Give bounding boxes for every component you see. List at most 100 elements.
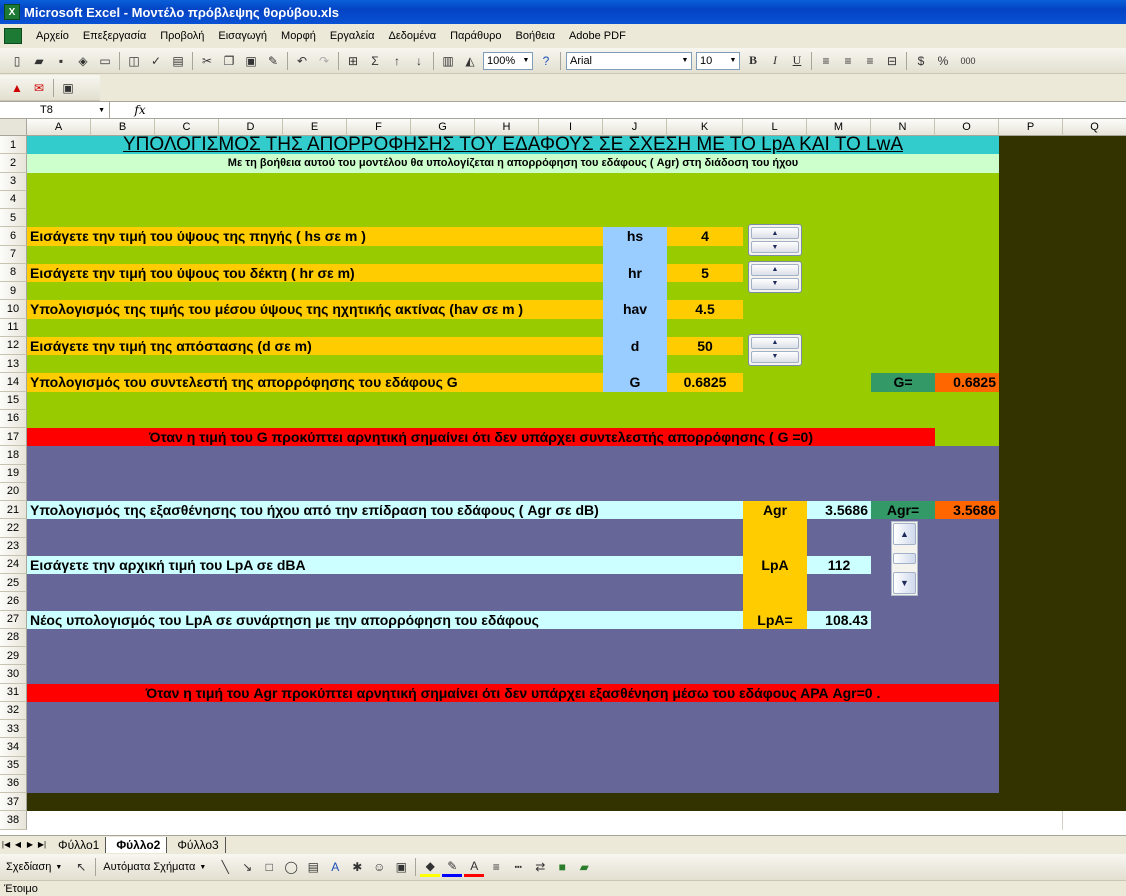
save-icon[interactable]: ▪ <box>51 51 71 71</box>
copy-icon[interactable]: ❐ <box>219 51 239 71</box>
align-center-icon[interactable]: ≡ <box>838 51 858 71</box>
review-icon[interactable]: ▣ <box>58 78 78 98</box>
column-header[interactable]: Q <box>1063 119 1126 136</box>
first-sheet-icon[interactable]: |◀ <box>0 840 12 849</box>
select-all-corner[interactable] <box>0 119 27 136</box>
comma-style-button[interactable]: 000 <box>955 51 981 71</box>
column-header[interactable]: O <box>935 119 999 136</box>
align-right-icon[interactable]: ≡ <box>860 51 880 71</box>
open-icon[interactable]: ▰ <box>29 51 49 71</box>
scroll-down-icon[interactable]: ▼ <box>893 572 916 595</box>
tab-sheet1[interactable]: Φύλλο1 <box>48 836 107 853</box>
menu-insert[interactable]: Εισαγωγή <box>212 28 275 44</box>
row-header[interactable]: 4 <box>0 190 27 209</box>
currency-icon[interactable]: $ <box>911 51 931 71</box>
row-header[interactable]: 30 <box>0 665 27 684</box>
menu-format[interactable]: Μορφή <box>275 28 324 44</box>
row-header[interactable]: 11 <box>0 318 27 337</box>
percent-button[interactable]: % <box>933 51 953 71</box>
row-header[interactable]: 1 <box>0 136 27 155</box>
row-header[interactable]: 5 <box>0 209 27 228</box>
spin-up-icon[interactable]: ▲ <box>751 263 799 276</box>
column-header[interactable]: A <box>27 119 91 136</box>
line-color-icon[interactable]: ✎ <box>442 857 463 877</box>
column-header[interactable]: G <box>411 119 475 136</box>
hr-spinner[interactable]: ▲ ▼ <box>748 260 802 293</box>
row-header[interactable]: 31 <box>0 683 27 702</box>
row-header[interactable]: 6 <box>0 227 27 246</box>
row-header[interactable]: 23 <box>0 537 27 556</box>
row-header[interactable]: 21 <box>0 501 27 520</box>
zoom-combo[interactable]: 100% ▼ <box>483 51 533 70</box>
arrow-icon[interactable]: ↘ <box>237 857 257 877</box>
convert-pdf-icon[interactable]: ▲ <box>7 78 27 98</box>
tab-sheet3[interactable]: Φύλλο3 <box>167 836 226 853</box>
row-header[interactable]: 33 <box>0 720 27 739</box>
oval-icon[interactable]: ◯ <box>281 857 301 877</box>
prev-sheet-icon[interactable]: ◀ <box>12 840 24 849</box>
row-header[interactable]: 34 <box>0 738 27 757</box>
drawing-icon[interactable]: ◭ <box>460 51 480 71</box>
row-header[interactable]: 8 <box>0 263 27 282</box>
spin-up-icon[interactable]: ▲ <box>751 336 799 349</box>
name-box[interactable]: T8 ▼ <box>0 102 110 118</box>
research-icon[interactable]: ▤ <box>168 51 188 71</box>
last-sheet-icon[interactable]: ▶| <box>36 840 48 849</box>
next-sheet-icon[interactable]: ▶ <box>24 840 36 849</box>
column-header[interactable]: H <box>475 119 539 136</box>
row-header[interactable]: 19 <box>0 464 27 483</box>
column-header[interactable]: E <box>283 119 347 136</box>
row-header[interactable]: 26 <box>0 592 27 611</box>
shadow-icon[interactable]: ■ <box>552 857 572 877</box>
row-header[interactable]: 25 <box>0 574 27 593</box>
underline-button[interactable]: U <box>787 51 807 71</box>
tab-sheet2[interactable]: Φύλλο2 <box>106 836 168 853</box>
row-header[interactable]: 28 <box>0 628 27 647</box>
select-objects-icon[interactable]: ↖ <box>71 857 91 877</box>
column-header[interactable]: N <box>871 119 935 136</box>
spin-up-icon[interactable]: ▲ <box>751 227 799 240</box>
redo-icon[interactable]: ↷ <box>314 51 334 71</box>
row-header[interactable]: 2 <box>0 154 27 173</box>
column-header[interactable]: L <box>743 119 807 136</box>
row-header[interactable]: 13 <box>0 355 27 374</box>
arrow-style-icon[interactable]: ⇄ <box>530 857 550 877</box>
row-header[interactable]: 29 <box>0 647 27 666</box>
clipart-icon[interactable]: ☺ <box>369 857 389 877</box>
d-spinner[interactable]: ▲ ▼ <box>748 333 802 366</box>
font-size-combo[interactable]: 10 ▼ <box>696 51 740 70</box>
permission-icon[interactable]: ◈ <box>73 51 93 71</box>
scroll-up-icon[interactable]: ▲ <box>893 523 916 546</box>
hyperlink-icon[interactable]: ⊞ <box>343 51 363 71</box>
row-header[interactable]: 3 <box>0 172 27 191</box>
row-header[interactable]: 10 <box>0 300 27 319</box>
row-header[interactable]: 22 <box>0 519 27 538</box>
row-header[interactable]: 35 <box>0 756 27 775</box>
fill-color-icon[interactable]: ◆ <box>420 857 441 877</box>
undo-icon[interactable]: ↶ <box>292 51 312 71</box>
row-header[interactable]: 14 <box>0 373 27 392</box>
format-painter-icon[interactable]: ✎ <box>263 51 283 71</box>
menu-adobe-pdf[interactable]: Adobe PDF <box>563 28 634 44</box>
autosum-icon[interactable]: Σ <box>365 51 385 71</box>
row-header[interactable]: 9 <box>0 282 27 301</box>
print-icon[interactable]: ▭ <box>95 51 115 71</box>
draw-menu[interactable]: Σχεδίαση <box>6 861 51 873</box>
row-header[interactable]: 36 <box>0 774 27 793</box>
italic-button[interactable]: I <box>765 51 785 71</box>
print-preview-icon[interactable]: ◫ <box>124 51 144 71</box>
paste-icon[interactable]: ▣ <box>241 51 261 71</box>
row-header[interactable]: 12 <box>0 336 27 355</box>
row-header[interactable]: 20 <box>0 482 27 501</box>
spelling-icon[interactable]: ✓ <box>146 51 166 71</box>
cut-icon[interactable]: ✂ <box>197 51 217 71</box>
merge-center-icon[interactable]: ⊟ <box>882 51 902 71</box>
autoshapes-menu[interactable]: Αυτόματα Σχήματα <box>103 861 195 873</box>
sort-descending-icon[interactable]: ↓ <box>409 51 429 71</box>
spin-down-icon[interactable]: ▼ <box>751 350 799 363</box>
diagram-icon[interactable]: ✱ <box>347 857 367 877</box>
hs-spinner[interactable]: ▲ ▼ <box>748 224 802 257</box>
row-header[interactable]: 38 <box>0 811 27 830</box>
column-header[interactable]: B <box>91 119 155 136</box>
menu-file[interactable]: Αρχείο <box>30 28 77 44</box>
